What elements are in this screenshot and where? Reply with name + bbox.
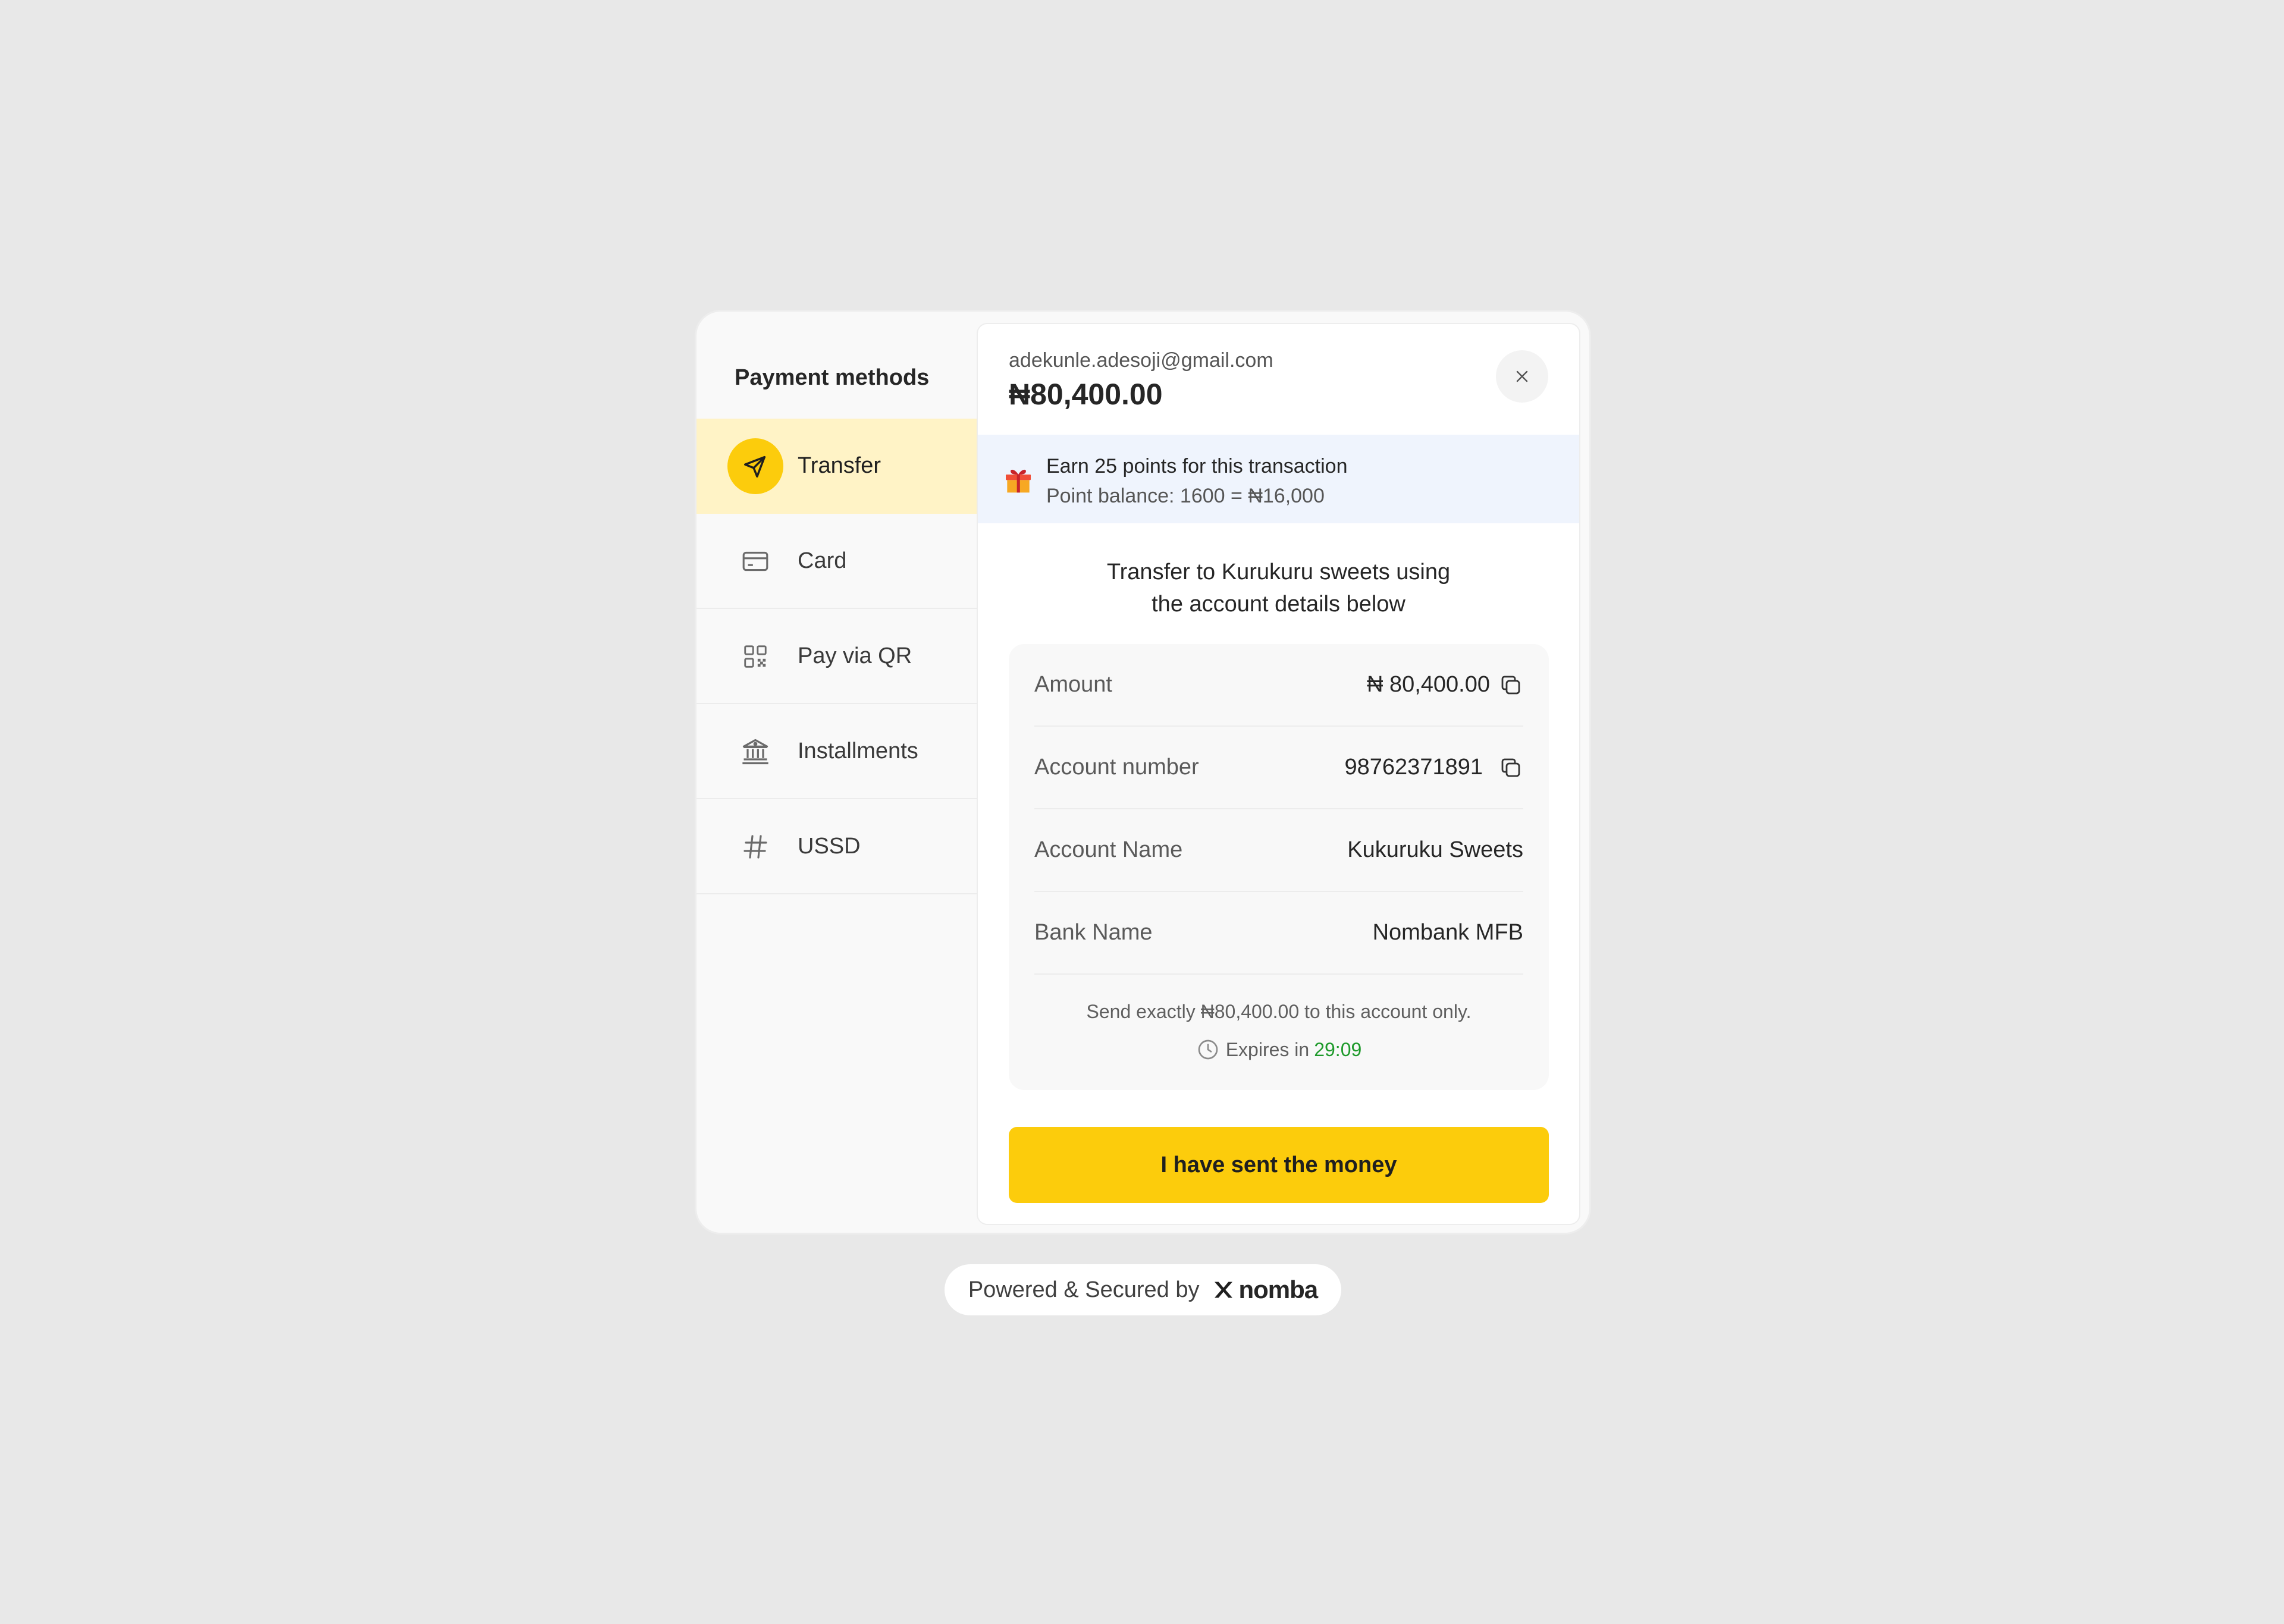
detail-row-amount: Amount ₦ 80,400.00 — [1034, 644, 1523, 727]
sidebar-title: Payment methods — [735, 365, 930, 390]
exact-amount-note: Send exactly ₦80,400.00 to this account … — [1086, 1001, 1472, 1022]
points-earn-text: Earn 25 points for this transaction — [1046, 455, 1348, 478]
detail-label: Account Name — [1034, 837, 1183, 862]
sidebar-item-ussd[interactable]: USSD — [697, 799, 977, 894]
detail-row-bank-name: Bank Name Nombank MFB — [1034, 892, 1523, 975]
transfer-panel: adekunle.adesoji@gmail.com ₦80,400.00 Ea… — [977, 323, 1580, 1225]
payment-methods-list: Transfer Card Pay via QR Installments US… — [697, 419, 977, 894]
payment-methods-sidebar: Payment methods Transfer Card Pay via QR… — [697, 312, 977, 1233]
copy-icon[interactable] — [1498, 673, 1523, 698]
total-amount: ₦80,400.00 — [1009, 378, 1163, 411]
expiry-timer: 29:09 — [1314, 1038, 1362, 1060]
hash-icon — [727, 819, 783, 875]
detail-value: 98762371891 — [1344, 755, 1483, 780]
bank-icon — [727, 724, 783, 780]
close-button[interactable] — [1496, 350, 1548, 403]
powered-by-text: Powered & Secured by — [968, 1277, 1200, 1302]
i-have-sent-the-money-button[interactable]: I have sent the money — [1009, 1127, 1549, 1203]
detail-label: Account number — [1034, 755, 1199, 780]
nomba-mark-icon — [1212, 1278, 1235, 1302]
detail-label: Bank Name — [1034, 920, 1153, 945]
detail-value: Kukuruku Sweets — [1347, 837, 1523, 862]
powered-by-badge: Powered & Secured by nomba — [945, 1264, 1341, 1315]
nomba-logo: nomba — [1212, 1276, 1318, 1304]
copy-icon[interactable] — [1498, 755, 1523, 780]
account-details-card: Amount ₦ 80,400.00 Account number 987623… — [1009, 644, 1549, 1090]
card-icon — [727, 533, 783, 589]
detail-row-account-name: Account Name Kukuruku Sweets — [1034, 809, 1523, 892]
customer-email: adekunle.adesoji@gmail.com — [1009, 349, 1273, 372]
expiry-indicator: Expires in 29:09 — [1009, 1038, 1549, 1061]
transfer-instruction: Transfer to Kurukuru sweets using the ac… — [978, 556, 1579, 620]
expires-label: Expires in — [1225, 1038, 1310, 1060]
payment-modal: Payment methods Transfer Card Pay via QR… — [695, 310, 1591, 1235]
clock-icon — [1196, 1038, 1220, 1061]
detail-row-account-number: Account number 98762371891 — [1034, 727, 1523, 809]
sidebar-item-installments[interactable]: Installments — [697, 704, 977, 799]
sidebar-item-pay-via-qr[interactable]: Pay via QR — [697, 609, 977, 704]
sidebar-item-label: Transfer — [798, 453, 881, 478]
sidebar-item-label: Installments — [798, 738, 918, 764]
gift-icon — [1002, 462, 1035, 498]
qr-icon — [727, 629, 783, 684]
sidebar-item-label: Pay via QR — [798, 643, 912, 668]
instruction-line-2: the account details below — [1152, 592, 1405, 617]
detail-label: Amount — [1034, 672, 1112, 697]
detail-value: Nombank MFB — [1372, 920, 1523, 945]
sidebar-item-card[interactable]: Card — [697, 514, 977, 609]
sidebar-item-label: USSD — [798, 833, 861, 859]
points-banner: Earn 25 points for this transaction Poin… — [978, 435, 1579, 523]
sidebar-item-transfer[interactable]: Transfer — [697, 419, 977, 514]
sidebar-item-label: Card — [798, 548, 847, 573]
detail-value: ₦ 80,400.00 — [1366, 672, 1490, 697]
close-icon — [1513, 367, 1532, 386]
send-icon — [727, 438, 783, 494]
brand-name: nomba — [1238, 1276, 1319, 1303]
points-balance-text: Point balance: 1600 = ₦16,000 — [1046, 485, 1325, 507]
instruction-line-1: Transfer to Kurukuru sweets using — [1106, 560, 1451, 585]
